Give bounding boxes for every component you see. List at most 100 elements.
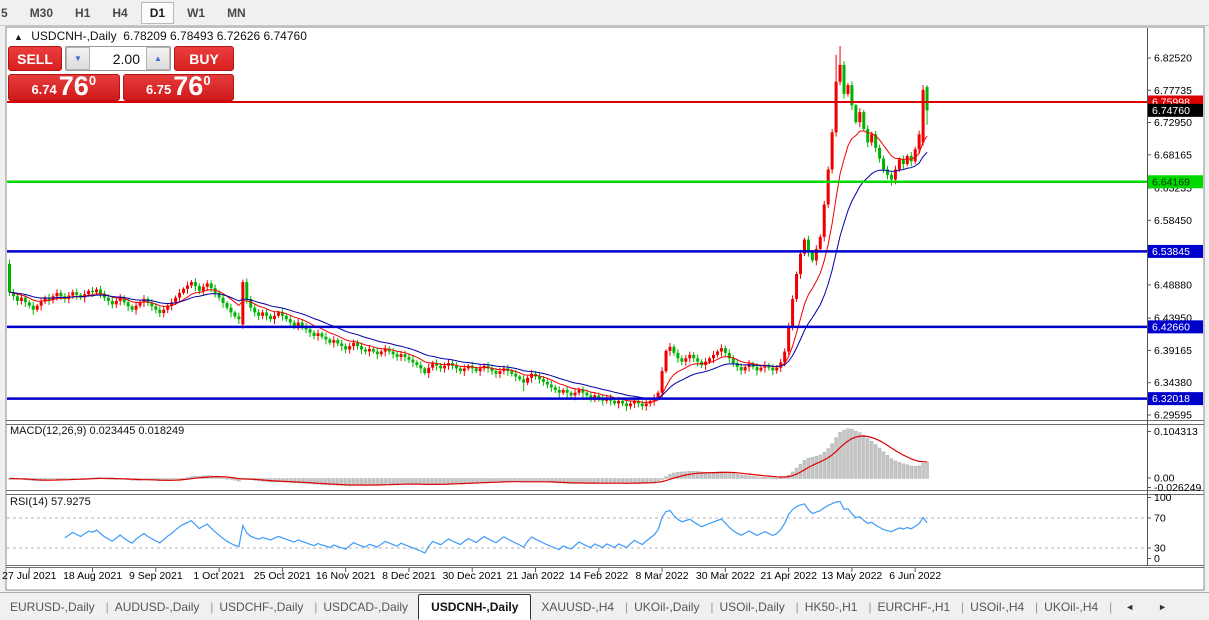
sell-price-prefix: 6.74 bbox=[31, 82, 57, 97]
candle bbox=[158, 309, 162, 314]
candle bbox=[624, 403, 628, 407]
candle bbox=[276, 312, 280, 316]
candle bbox=[272, 315, 276, 320]
macd-histogram-bar bbox=[873, 444, 878, 479]
macd-histogram-bar bbox=[470, 478, 474, 483]
price-tag-label: 6.64169 bbox=[1152, 176, 1190, 188]
tab-usdcad-daily[interactable]: USDCAD-,Daily bbox=[313, 596, 421, 618]
candle bbox=[106, 297, 110, 301]
timeframe-tab-h1[interactable]: H1 bbox=[66, 2, 99, 24]
candle bbox=[320, 333, 324, 337]
candle bbox=[419, 365, 423, 369]
macd-histogram-bar bbox=[359, 478, 364, 486]
tab-hk50-h1[interactable]: HK50-,H1 bbox=[795, 596, 871, 618]
candle bbox=[300, 322, 304, 326]
candle bbox=[771, 367, 775, 371]
tab-eurusd-daily[interactable]: EURUSD-,Daily bbox=[0, 596, 108, 618]
sell-price-panel[interactable]: 6.74 76 0 bbox=[8, 73, 120, 101]
chart-tab-bar: EURUSD-,Daily AUDUSD-,Daily USDCHF-,Dail… bbox=[0, 592, 1209, 620]
timeframe-tab-h4[interactable]: H4 bbox=[103, 2, 136, 24]
macd-histogram-bar bbox=[858, 432, 862, 479]
macd-histogram-bar bbox=[498, 478, 502, 482]
candle bbox=[245, 282, 249, 299]
macd-histogram-bar bbox=[838, 431, 842, 479]
candle bbox=[897, 159, 901, 170]
tab-scroll-right-icon[interactable]: ► bbox=[1151, 599, 1174, 615]
macd-histogram-bar bbox=[608, 478, 613, 484]
tab-usdcnh-daily[interactable]: USDCNH-,Daily bbox=[418, 593, 532, 620]
macd-histogram-bar bbox=[652, 478, 656, 482]
timeframe-tab-m30[interactable]: M30 bbox=[21, 2, 62, 24]
candle bbox=[719, 348, 723, 352]
macd-histogram-bar bbox=[351, 478, 356, 486]
candle bbox=[708, 358, 712, 362]
tab-eurchf-h1[interactable]: EURCHF-,H1 bbox=[867, 596, 963, 618]
candle bbox=[743, 367, 747, 371]
candle bbox=[233, 312, 237, 317]
rsi-indicator-label: RSI(14) 57.9275 bbox=[10, 496, 91, 508]
candle bbox=[553, 387, 557, 390]
timeframe-tab-5[interactable]: 5 bbox=[0, 2, 17, 24]
date-axis-label: 21 Jan 2022 bbox=[507, 570, 565, 582]
macd-histogram-bar bbox=[462, 478, 467, 484]
candle bbox=[846, 85, 850, 94]
candle bbox=[229, 307, 233, 313]
one-click-trading-panel: SELL ▼ 2.00 ▲ BUY 6.74 76 0 6.75 76 0 bbox=[8, 46, 234, 101]
macd-histogram-bar bbox=[901, 463, 906, 479]
candle bbox=[882, 158, 886, 170]
candle bbox=[522, 379, 526, 383]
volume-decrease-icon[interactable]: ▼ bbox=[66, 47, 90, 70]
collapse-panel-icon[interactable]: ▲ bbox=[14, 32, 23, 42]
volume-increase-icon[interactable]: ▲ bbox=[146, 47, 170, 70]
sell-button[interactable]: SELL bbox=[8, 46, 62, 71]
macd-histogram-bar bbox=[395, 478, 399, 485]
candle bbox=[711, 354, 715, 359]
candle bbox=[427, 367, 431, 374]
tab-xauusd-h4[interactable]: XAUUSD-,H4 bbox=[531, 596, 627, 618]
candle bbox=[443, 365, 447, 369]
price-tag-label: 6.74760 bbox=[1152, 105, 1190, 117]
tab-usoil-daily[interactable]: USOil-,Daily bbox=[709, 596, 799, 618]
price-axis-label: 6.34380 bbox=[1154, 377, 1192, 389]
timeframe-tab-d1[interactable]: D1 bbox=[140, 1, 175, 24]
price-axis-label: 6.77735 bbox=[1154, 85, 1192, 97]
buy-price-panel[interactable]: 6.75 76 0 bbox=[122, 73, 234, 101]
volume-input[interactable]: 2.00 bbox=[90, 47, 146, 70]
candle bbox=[577, 389, 581, 393]
macd-histogram-bar bbox=[494, 478, 498, 482]
candle bbox=[8, 263, 11, 293]
candle bbox=[415, 362, 419, 366]
timeframe-tab-mn[interactable]: MN bbox=[218, 2, 255, 24]
candle bbox=[312, 332, 316, 337]
timeframe-tab-w1[interactable]: W1 bbox=[178, 2, 214, 24]
buy-button[interactable]: BUY bbox=[174, 46, 234, 71]
candle bbox=[723, 348, 727, 353]
price-axis-label: 6.68165 bbox=[1154, 149, 1192, 161]
tab-audusd-daily[interactable]: AUDUSD-,Daily bbox=[105, 596, 213, 618]
candle bbox=[739, 367, 743, 371]
candle bbox=[913, 149, 917, 162]
macd-histogram-bar bbox=[391, 478, 395, 485]
price-axis-label: 6.58450 bbox=[1154, 215, 1192, 227]
macd-histogram-bar bbox=[628, 478, 633, 484]
tab-scroll-left-icon[interactable]: ◄ bbox=[1118, 599, 1141, 615]
macd-histogram-bar bbox=[897, 462, 902, 479]
tab-usdchf-daily[interactable]: USDCHF-,Daily bbox=[209, 596, 317, 618]
candle bbox=[715, 351, 719, 355]
tab-usoil-h4[interactable]: USOil-,H4 bbox=[960, 596, 1038, 618]
candle bbox=[375, 351, 379, 355]
tab-ukoil-h4[interactable]: UKOil-,H4 bbox=[1034, 596, 1112, 618]
macd-histogram-bar bbox=[767, 477, 771, 479]
candle bbox=[178, 292, 182, 298]
candle bbox=[755, 367, 759, 371]
candle bbox=[241, 282, 245, 325]
candle bbox=[391, 351, 395, 355]
candle bbox=[201, 286, 205, 291]
tab-ukoil-daily[interactable]: UKOil-,Daily bbox=[624, 596, 714, 618]
candle bbox=[367, 348, 371, 352]
macd-histogram-bar bbox=[656, 478, 660, 482]
candle bbox=[75, 292, 79, 295]
buy-price-point: 0 bbox=[203, 73, 211, 88]
candle bbox=[403, 354, 407, 357]
candle bbox=[379, 351, 383, 355]
